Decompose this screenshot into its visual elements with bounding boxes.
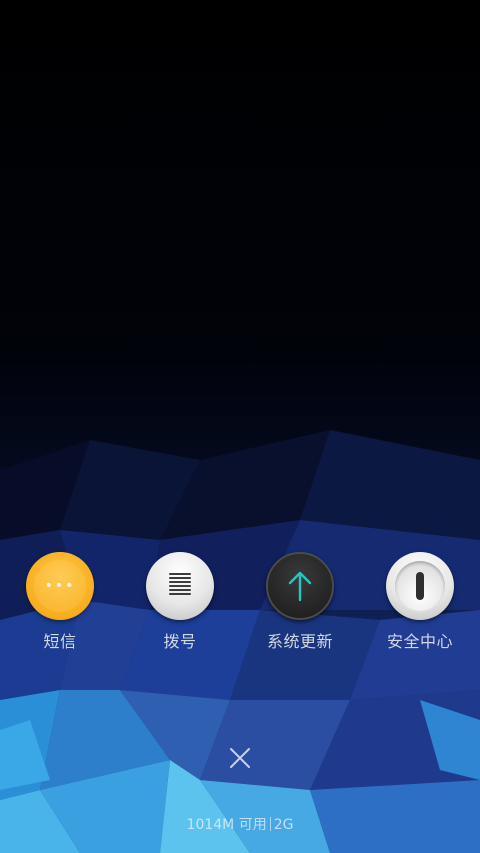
app-dialer[interactable]: 拨号 (120, 552, 240, 662)
message-icon[interactable]: ••• (26, 552, 94, 620)
memory-divider (269, 817, 271, 831)
app-label-system-update: 系统更新 (266, 632, 333, 651)
recent-apps-screen: ••• 短信 拨号 系统更新 安全中心 1014M 可用 2G (0, 0, 480, 853)
wallpaper (0, 0, 480, 853)
app-label-sms: 短信 (43, 632, 77, 651)
close-all-button[interactable] (226, 744, 254, 772)
app-label-dialer: 拨号 (163, 632, 197, 651)
app-label-security-center: 安全中心 (386, 632, 453, 651)
memory-available: 1014M 可用 (186, 817, 267, 833)
phone-dialer-icon[interactable] (146, 552, 214, 620)
system-update-icon[interactable] (266, 552, 334, 620)
quick-app-row: ••• 短信 拨号 系统更新 安全中心 (0, 552, 480, 662)
security-center-icon[interactable] (386, 552, 454, 620)
app-sms[interactable]: ••• 短信 (0, 552, 120, 662)
close-icon (230, 748, 250, 768)
app-system-update[interactable]: 系统更新 (240, 552, 360, 662)
memory-total: 2G (273, 817, 294, 833)
app-security-center[interactable]: 安全中心 (360, 552, 480, 662)
memory-status: 1014M 可用 2G (0, 815, 480, 835)
